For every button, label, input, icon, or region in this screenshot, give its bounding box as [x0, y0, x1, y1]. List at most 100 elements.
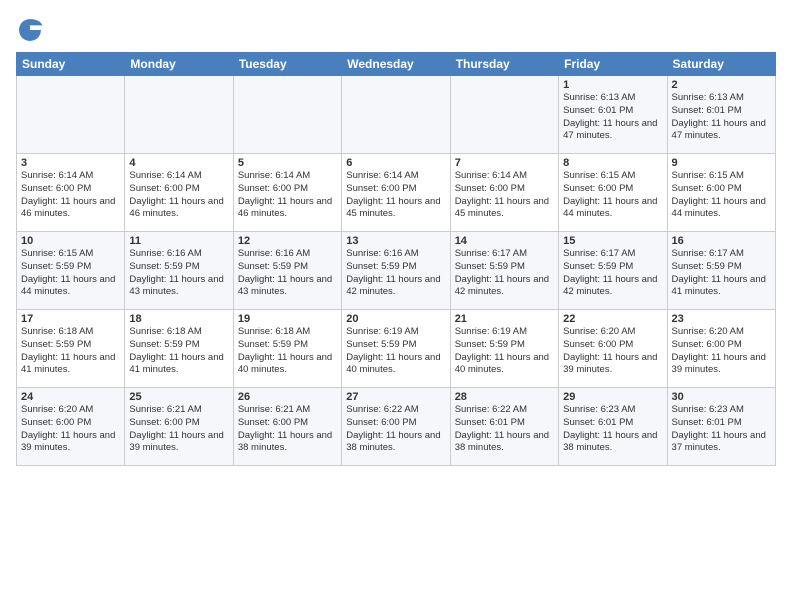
day-info: Sunset: 5:59 PM	[563, 261, 662, 274]
calendar-cell: 10Sunrise: 6:15 AMSunset: 5:59 PMDayligh…	[17, 232, 125, 310]
calendar-cell: 19Sunrise: 6:18 AMSunset: 5:59 PMDayligh…	[233, 310, 341, 388]
calendar: SundayMondayTuesdayWednesdayThursdayFrid…	[16, 52, 776, 466]
day-number: 12	[238, 235, 337, 247]
day-info: Sunrise: 6:17 AM	[672, 248, 771, 261]
day-info: Sunrise: 6:18 AM	[21, 326, 120, 339]
day-info: Sunrise: 6:13 AM	[563, 92, 662, 105]
day-info: Sunset: 6:01 PM	[563, 105, 662, 118]
day-number: 11	[129, 235, 228, 247]
day-info: Sunrise: 6:17 AM	[455, 248, 554, 261]
day-info: Sunset: 6:00 PM	[238, 417, 337, 430]
calendar-cell: 9Sunrise: 6:15 AMSunset: 6:00 PMDaylight…	[667, 154, 775, 232]
day-info: Sunrise: 6:15 AM	[21, 248, 120, 261]
day-info: Sunset: 6:01 PM	[563, 417, 662, 430]
day-info: Sunrise: 6:21 AM	[238, 404, 337, 417]
day-info: Sunrise: 6:14 AM	[346, 170, 445, 183]
column-header-monday: Monday	[125, 53, 233, 76]
calendar-cell: 18Sunrise: 6:18 AMSunset: 5:59 PMDayligh…	[125, 310, 233, 388]
day-info: Sunrise: 6:14 AM	[238, 170, 337, 183]
day-number: 13	[346, 235, 445, 247]
day-info: Sunrise: 6:20 AM	[563, 326, 662, 339]
day-info: Sunrise: 6:22 AM	[346, 404, 445, 417]
calendar-cell	[450, 76, 558, 154]
calendar-cell: 13Sunrise: 6:16 AMSunset: 5:59 PMDayligh…	[342, 232, 450, 310]
calendar-header-row: SundayMondayTuesdayWednesdayThursdayFrid…	[17, 53, 776, 76]
calendar-cell: 22Sunrise: 6:20 AMSunset: 6:00 PMDayligh…	[559, 310, 667, 388]
calendar-cell	[17, 76, 125, 154]
day-info: Daylight: 11 hours and 47 minutes.	[672, 118, 771, 144]
day-number: 10	[21, 235, 120, 247]
day-info: Sunset: 5:59 PM	[129, 261, 228, 274]
day-info: Daylight: 11 hours and 45 minutes.	[455, 196, 554, 222]
calendar-cell: 27Sunrise: 6:22 AMSunset: 6:00 PMDayligh…	[342, 388, 450, 466]
calendar-cell: 3Sunrise: 6:14 AMSunset: 6:00 PMDaylight…	[17, 154, 125, 232]
day-number: 19	[238, 313, 337, 325]
day-info: Sunrise: 6:14 AM	[455, 170, 554, 183]
day-info: Sunrise: 6:14 AM	[21, 170, 120, 183]
day-info: Sunrise: 6:22 AM	[455, 404, 554, 417]
day-number: 15	[563, 235, 662, 247]
day-info: Daylight: 11 hours and 40 minutes.	[455, 352, 554, 378]
day-info: Daylight: 11 hours and 44 minutes.	[563, 196, 662, 222]
day-number: 9	[672, 157, 771, 169]
day-info: Sunset: 5:59 PM	[455, 261, 554, 274]
day-info: Sunset: 6:01 PM	[672, 105, 771, 118]
day-number: 27	[346, 391, 445, 403]
day-number: 20	[346, 313, 445, 325]
calendar-cell: 15Sunrise: 6:17 AMSunset: 5:59 PMDayligh…	[559, 232, 667, 310]
calendar-cell	[233, 76, 341, 154]
calendar-cell: 6Sunrise: 6:14 AMSunset: 6:00 PMDaylight…	[342, 154, 450, 232]
calendar-cell: 20Sunrise: 6:19 AMSunset: 5:59 PMDayligh…	[342, 310, 450, 388]
day-info: Sunset: 5:59 PM	[21, 339, 120, 352]
day-info: Sunrise: 6:20 AM	[21, 404, 120, 417]
day-info: Daylight: 11 hours and 41 minutes.	[672, 274, 771, 300]
calendar-cell: 29Sunrise: 6:23 AMSunset: 6:01 PMDayligh…	[559, 388, 667, 466]
day-info: Sunrise: 6:19 AM	[455, 326, 554, 339]
column-header-friday: Friday	[559, 53, 667, 76]
day-info: Sunset: 6:00 PM	[238, 183, 337, 196]
day-number: 2	[672, 79, 771, 91]
column-header-saturday: Saturday	[667, 53, 775, 76]
day-info: Sunrise: 6:18 AM	[238, 326, 337, 339]
day-info: Sunset: 6:00 PM	[346, 183, 445, 196]
day-info: Daylight: 11 hours and 39 minutes.	[672, 352, 771, 378]
day-info: Daylight: 11 hours and 40 minutes.	[238, 352, 337, 378]
day-info: Sunrise: 6:19 AM	[346, 326, 445, 339]
day-number: 18	[129, 313, 228, 325]
day-info: Sunrise: 6:18 AM	[129, 326, 228, 339]
day-info: Sunset: 6:00 PM	[672, 183, 771, 196]
day-info: Daylight: 11 hours and 41 minutes.	[21, 352, 120, 378]
day-number: 24	[21, 391, 120, 403]
calendar-cell: 11Sunrise: 6:16 AMSunset: 5:59 PMDayligh…	[125, 232, 233, 310]
page: SundayMondayTuesdayWednesdayThursdayFrid…	[0, 0, 792, 612]
day-number: 22	[563, 313, 662, 325]
day-info: Sunset: 6:00 PM	[129, 183, 228, 196]
day-info: Sunrise: 6:15 AM	[563, 170, 662, 183]
day-number: 16	[672, 235, 771, 247]
day-info: Sunset: 5:59 PM	[129, 339, 228, 352]
column-header-wednesday: Wednesday	[342, 53, 450, 76]
day-info: Sunset: 5:59 PM	[21, 261, 120, 274]
calendar-cell: 23Sunrise: 6:20 AMSunset: 6:00 PMDayligh…	[667, 310, 775, 388]
day-info: Daylight: 11 hours and 42 minutes.	[455, 274, 554, 300]
day-info: Daylight: 11 hours and 43 minutes.	[129, 274, 228, 300]
day-info: Daylight: 11 hours and 38 minutes.	[455, 430, 554, 456]
day-info: Sunset: 5:59 PM	[455, 339, 554, 352]
calendar-cell: 4Sunrise: 6:14 AMSunset: 6:00 PMDaylight…	[125, 154, 233, 232]
logo-icon	[16, 16, 44, 44]
day-number: 3	[21, 157, 120, 169]
day-info: Sunset: 6:01 PM	[672, 417, 771, 430]
calendar-cell: 25Sunrise: 6:21 AMSunset: 6:00 PMDayligh…	[125, 388, 233, 466]
day-info: Daylight: 11 hours and 46 minutes.	[21, 196, 120, 222]
calendar-cell: 14Sunrise: 6:17 AMSunset: 5:59 PMDayligh…	[450, 232, 558, 310]
day-info: Sunrise: 6:14 AM	[129, 170, 228, 183]
day-info: Sunset: 6:00 PM	[455, 183, 554, 196]
day-info: Daylight: 11 hours and 40 minutes.	[346, 352, 445, 378]
day-info: Sunset: 6:00 PM	[672, 339, 771, 352]
day-info: Sunset: 6:00 PM	[21, 417, 120, 430]
calendar-cell	[342, 76, 450, 154]
calendar-cell: 30Sunrise: 6:23 AMSunset: 6:01 PMDayligh…	[667, 388, 775, 466]
calendar-cell	[125, 76, 233, 154]
day-number: 23	[672, 313, 771, 325]
calendar-cell: 24Sunrise: 6:20 AMSunset: 6:00 PMDayligh…	[17, 388, 125, 466]
